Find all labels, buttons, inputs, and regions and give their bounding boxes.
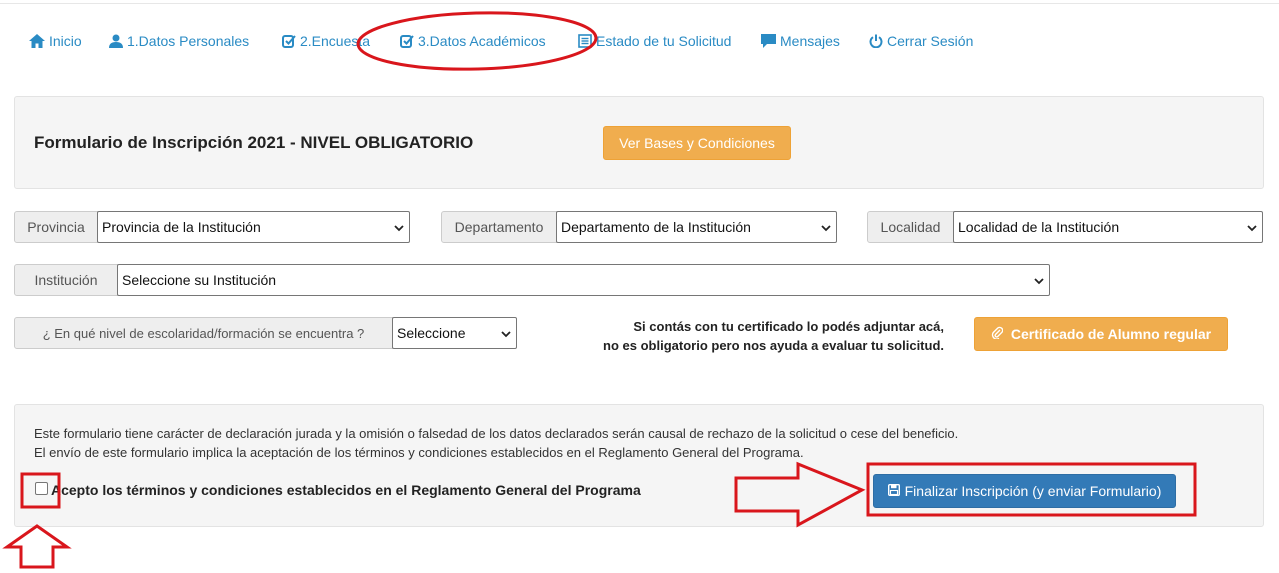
- chevron-down-icon: [821, 219, 831, 235]
- provincia-select[interactable]: Provincia de la Institución: [97, 211, 410, 243]
- form-header-panel: Formulario de Inscripción 2021 - NIVEL O…: [14, 96, 1264, 189]
- departamento-label: Departamento: [441, 211, 557, 243]
- nav-estado-solicitud-label: Estado de tu Solicitud: [596, 33, 732, 49]
- finalizar-inscripcion-button[interactable]: Finalizar Inscripción (y enviar Formular…: [873, 474, 1176, 508]
- provincia-label: Provincia: [14, 211, 98, 243]
- nivel-label: ¿ En qué nivel de escolaridad/formación …: [14, 317, 393, 349]
- certificado-button-label: Certificado de Alumno regular: [1010, 326, 1212, 342]
- departamento-select[interactable]: Departamento de la Institución: [556, 211, 837, 243]
- certificado-note: Si contás con tu certificado lo podés ad…: [603, 317, 944, 355]
- finalizar-inscripcion-label: Finalizar Inscripción (y enviar Formular…: [904, 483, 1162, 499]
- departamento-value: Departamento de la Institución: [561, 219, 751, 235]
- nav-inicio[interactable]: Inicio: [29, 30, 82, 52]
- floppy-icon: [887, 483, 900, 499]
- localidad-value: Localidad de la Institución: [958, 219, 1120, 235]
- nav-encuesta[interactable]: 2.Encuesta: [282, 30, 370, 52]
- nav-estado-solicitud[interactable]: Estado de tu Solicitud: [578, 30, 731, 52]
- chevron-down-icon: [1247, 219, 1257, 235]
- edit-icon: [282, 34, 296, 48]
- top-border: [0, 0, 1279, 4]
- page-title: Formulario de Inscripción 2021 - NIVEL O…: [34, 133, 474, 152]
- certificado-note-line1: Si contás con tu certificado lo podés ad…: [633, 319, 944, 334]
- chevron-down-icon: [1034, 272, 1044, 288]
- institucion-select[interactable]: Seleccione su Institución: [117, 264, 1050, 296]
- institucion-label: Institución: [14, 264, 118, 296]
- provincia-value: Provincia de la Institución: [102, 219, 261, 235]
- nav-datos-personales-label: 1.Datos Personales: [127, 33, 250, 49]
- certificado-note-line2: no es obligatorio pero nos ayuda a evalu…: [603, 338, 944, 353]
- declaration-line1: Este formulario tiene carácter de declar…: [34, 426, 959, 441]
- nivel-select[interactable]: Seleccione: [392, 317, 517, 349]
- list-icon: [578, 34, 592, 48]
- comment-icon: [761, 34, 776, 48]
- nav-datos-academicos[interactable]: 3.Datos Académicos: [400, 30, 546, 52]
- certificado-button[interactable]: Certificado de Alumno regular: [974, 317, 1228, 351]
- nav-mensajes-label: Mensajes: [780, 33, 840, 49]
- nav-cerrar-sesion-label: Cerrar Sesión: [887, 33, 974, 49]
- chevron-down-icon: [394, 219, 404, 235]
- nav-cerrar-sesion[interactable]: Cerrar Sesión: [869, 30, 973, 52]
- accept-terms-label[interactable]: Acepto los términos y condiciones establ…: [51, 482, 641, 498]
- nav-mensajes[interactable]: Mensajes: [761, 30, 840, 52]
- home-icon: [29, 34, 45, 48]
- annotation-up-arrow: [2, 524, 72, 569]
- power-icon: [869, 34, 883, 48]
- user-icon: [109, 34, 123, 48]
- nav-encuesta-label: 2.Encuesta: [300, 33, 371, 49]
- declaration-panel: Este formulario tiene carácter de declar…: [14, 404, 1264, 527]
- chevron-down-icon: [501, 325, 511, 341]
- nivel-value: Seleccione: [397, 325, 466, 341]
- paperclip-icon: [991, 326, 1004, 342]
- declaration-line2: El envío de este formulario implica la a…: [34, 445, 804, 460]
- nav-datos-academicos-label: 3.Datos Académicos: [418, 33, 546, 49]
- edit-icon: [400, 34, 414, 48]
- nav-inicio-label: Inicio: [49, 33, 82, 49]
- institucion-value: Seleccione su Institución: [122, 272, 277, 288]
- accept-checkbox[interactable]: [35, 482, 48, 495]
- nav-datos-personales[interactable]: 1.Datos Personales: [109, 30, 249, 52]
- localidad-label: Localidad: [867, 211, 954, 243]
- top-nav: Inicio 1.Datos Personales 2.Encuesta 3.D…: [0, 30, 1279, 52]
- bases-condiciones-button[interactable]: Ver Bases y Condiciones: [603, 126, 791, 160]
- localidad-select[interactable]: Localidad de la Institución: [953, 211, 1263, 243]
